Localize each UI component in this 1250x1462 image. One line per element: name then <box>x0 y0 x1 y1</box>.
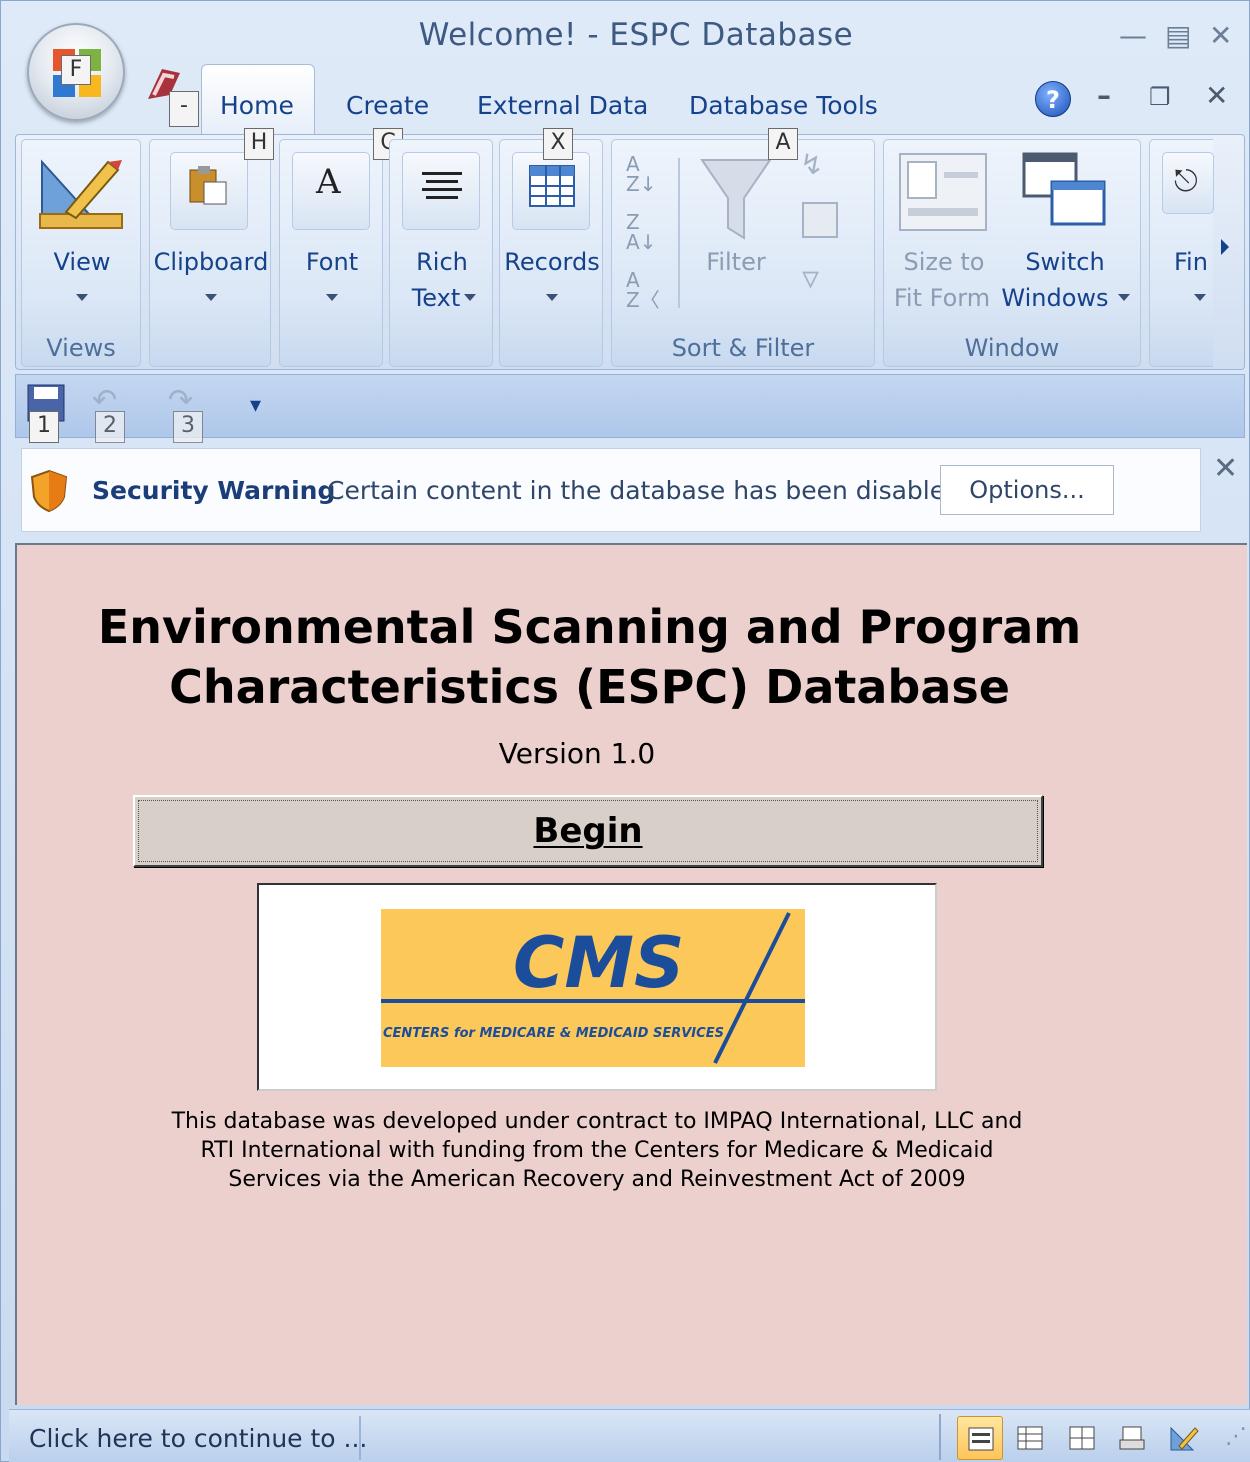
layout-view-icon[interactable] <box>1109 1416 1155 1460</box>
footer-text: This database was developed under contra… <box>17 1107 1177 1194</box>
security-close-icon[interactable]: ✕ <box>1213 451 1238 486</box>
form-title: Environmental Scanning and Program Chara… <box>17 597 1162 717</box>
clipboard-icon <box>189 166 227 205</box>
external-keytip: X <box>543 128 573 160</box>
switch-windows-icon <box>1022 152 1106 226</box>
find-button[interactable]: Fin <box>1174 244 1214 280</box>
font-icon: A <box>316 162 341 202</box>
security-warning-bar: Security Warning Certain content in the … <box>21 448 1201 532</box>
binoculars-icon: ⎋ <box>1174 164 1198 199</box>
clipboard-dropdown-icon[interactable] <box>205 294 217 301</box>
options-button[interactable]: Options... <box>940 465 1114 515</box>
shield-icon <box>30 469 68 513</box>
window-group-caption: Window <box>964 334 1060 362</box>
cms-logo-text: CMS <box>513 922 684 1004</box>
resize-grip-icon[interactable]: ⋰ <box>1225 1424 1247 1449</box>
clipboard-button[interactable]: Clipboard <box>150 244 272 280</box>
security-warning-message: Certain content in the database has been… <box>327 476 961 505</box>
pivottable-view-icon[interactable] <box>1059 1416 1105 1460</box>
records-button[interactable]: Records <box>500 244 604 280</box>
form-title-line2: Characteristics (ESPC) Database <box>169 660 1010 714</box>
view-button[interactable]: View <box>22 244 142 280</box>
toggle-filter-icon[interactable]: ▿ <box>802 258 819 298</box>
align-text-icon <box>422 172 462 199</box>
access-window: Welcome! - ESPC Database — ▤ ✕ F - Home … <box>0 0 1250 1462</box>
fit-form-label[interactable]: Fit Form <box>884 280 1000 316</box>
doc-minimize-icon[interactable]: – <box>1097 79 1111 112</box>
cms-logo-frame: CMS CENTERS for MEDICARE & MEDICAID SERV… <box>257 883 937 1091</box>
office-button[interactable]: F <box>27 23 125 121</box>
windows-label[interactable]: Windows <box>996 280 1114 316</box>
office-keytip: F <box>61 55 91 85</box>
advanced-filter-icon[interactable] <box>802 202 838 238</box>
views-group: View Views <box>21 139 141 367</box>
cms-logo: CMS CENTERS for MEDICARE & MEDICAID SERV… <box>381 909 805 1067</box>
font-group: A Font <box>279 139 383 367</box>
begin-button[interactable]: Begin <box>133 795 1043 867</box>
rich-text-group: Rich Text <box>389 139 493 367</box>
footer-line2: RTI International with funding from the … <box>200 1138 994 1163</box>
ribbon-scroll-right-icon[interactable] <box>1221 239 1229 255</box>
qat2-keytip: 2 <box>95 411 125 443</box>
minimize-icon[interactable]: — <box>1119 19 1147 52</box>
close-icon[interactable]: ✕ <box>1209 19 1232 52</box>
find-group: ⎋ Fin <box>1149 139 1214 367</box>
customize-qat-icon[interactable]: ▾ <box>250 393 261 418</box>
clear-sort-icon[interactable]: A Z〈 <box>626 270 666 310</box>
records-group: Records <box>499 139 603 367</box>
font-dropdown-icon[interactable] <box>326 294 338 301</box>
tab-external-data[interactable]: External Data <box>477 91 648 120</box>
dbtools-keytip: A <box>768 128 798 160</box>
qat1-keytip: 1 <box>29 411 59 443</box>
tab-create[interactable]: Create <box>346 91 429 120</box>
design-view-icon[interactable] <box>1161 1416 1207 1460</box>
filter-button[interactable]: Filter <box>696 244 776 280</box>
welcome-form: Environmental Scanning and Program Chara… <box>15 543 1247 1405</box>
size-to-label[interactable]: Size to <box>884 244 1004 280</box>
footer-line1: This database was developed under contra… <box>171 1109 1023 1134</box>
status-bar: Click here to continue to ... ⋰ <box>9 1409 1250 1462</box>
filter-funnel-icon[interactable] <box>698 154 774 244</box>
sort-filter-caption: Sort & Filter <box>671 334 815 362</box>
views-group-caption: Views <box>46 334 116 362</box>
find-dropdown-icon[interactable] <box>1194 294 1206 301</box>
qat3-keytip: 3 <box>173 411 203 443</box>
clipboard-group: Clipboard <box>149 139 271 367</box>
form-title-line1: Environmental Scanning and Program <box>97 600 1082 654</box>
doc-close-icon[interactable]: ✕ <box>1205 79 1228 112</box>
home-keytip: H <box>244 128 274 160</box>
tab-home[interactable]: Home <box>220 91 294 120</box>
rich-text-dropdown-icon[interactable] <box>464 294 476 301</box>
security-warning-title: Security Warning <box>92 476 336 505</box>
sort-descending-icon[interactable]: Z A↓ <box>626 212 666 252</box>
selection-filter-icon[interactable]: ↯ <box>800 148 823 181</box>
sort-ascending-icon[interactable]: A Z↓ <box>626 154 666 194</box>
view-icon <box>39 159 123 229</box>
status-text: Click here to continue to ... <box>29 1424 368 1453</box>
doc-restore-icon[interactable]: ❐ <box>1149 83 1171 111</box>
switch-windows-dropdown-icon[interactable] <box>1118 294 1130 301</box>
font-button[interactable]: Font <box>280 244 384 280</box>
version-label: Version 1.0 <box>498 737 656 770</box>
footer-line3: Services via the American Recovery and R… <box>228 1167 966 1192</box>
sort-filter-group: A Z↓ Z A↓ A Z〈 Filter ↯ ▿ Sort & Filter <box>611 139 875 367</box>
records-dropdown-icon[interactable] <box>546 294 558 301</box>
size-to-fit-icon[interactable] <box>898 152 988 232</box>
records-icon <box>529 165 575 207</box>
cms-logo-subtext: CENTERS for MEDICARE & MEDICAID SERVICES <box>383 1026 724 1041</box>
title-bar: Welcome! - ESPC Database — ▤ ✕ <box>1 1 1250 63</box>
help-icon[interactable]: ? <box>1035 81 1071 117</box>
maximize-icon[interactable]: ▤ <box>1165 19 1191 52</box>
switch-label[interactable]: Switch <box>1006 244 1124 280</box>
qat-menu-keytip: - <box>169 91 199 127</box>
window-title: Welcome! - ESPC Database <box>418 17 854 53</box>
window-group: Size to Fit Form Switch Windows Window <box>883 139 1141 367</box>
tab-database-tools[interactable]: Database Tools <box>689 91 878 120</box>
rich-label[interactable]: Rich <box>390 244 494 280</box>
datasheet-view-icon[interactable] <box>1007 1416 1053 1460</box>
form-view-icon[interactable] <box>957 1416 1003 1460</box>
view-dropdown-icon[interactable] <box>76 294 88 301</box>
